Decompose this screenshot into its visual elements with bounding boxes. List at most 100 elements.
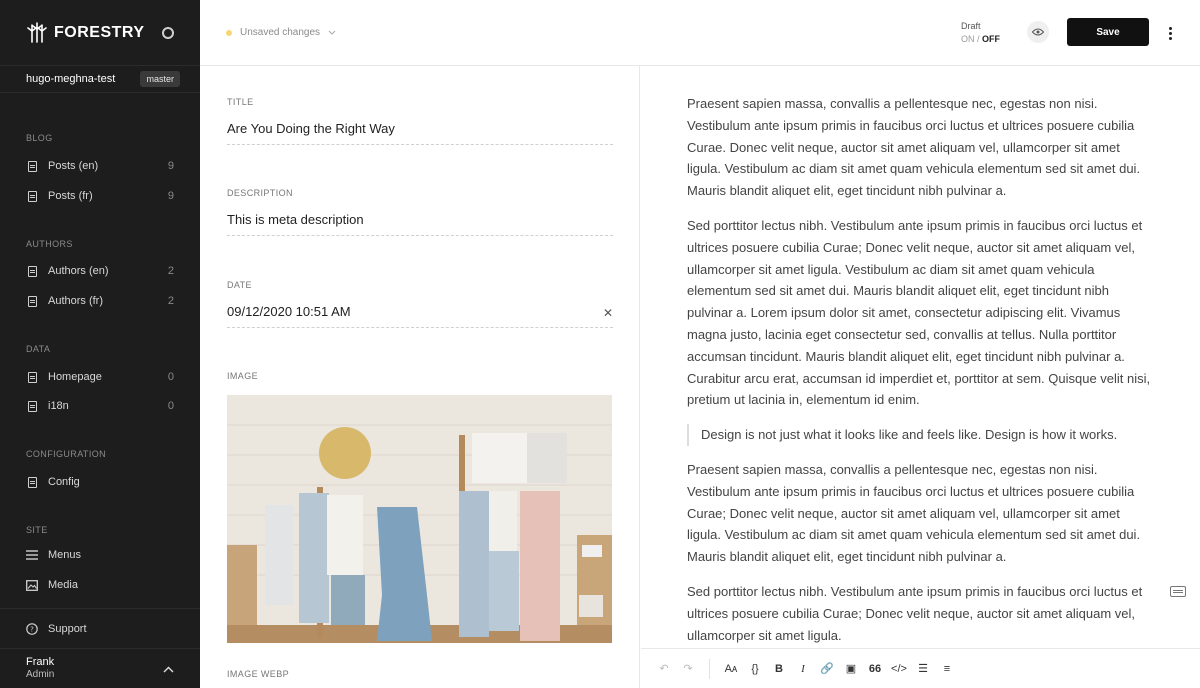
description-field: DESCRIPTION This is meta description [227,188,613,236]
sidebar-item-count: 9 [167,190,174,202]
redo-icon[interactable]: ↷ [676,657,700,681]
sidebar-item-posts-fr[interactable]: Posts (fr) 9 [0,184,200,208]
chevron-down-icon [328,30,336,35]
site-name: hugo-meghna-test [26,73,116,85]
description-input[interactable]: This is meta description [227,212,613,236]
image-insert-icon[interactable]: ▣ [839,657,863,681]
preview-button[interactable] [1027,21,1049,43]
body-paragraph: Praesent sapien massa, convallis a pelle… [687,461,1141,565]
italic-icon[interactable]: I [791,657,815,681]
sidebar-item-label: Homepage [48,371,102,383]
body-editor[interactable]: Praesent sapien massa, convallis a pelle… [641,66,1200,648]
sidebar-item-authors-en[interactable]: Authors (en) 2 [0,259,200,283]
sidebar-item-config[interactable]: Config [0,470,200,494]
sidebar-item-label: Menus [48,549,82,561]
image-field: IMAGE [227,371,613,381]
more-options-icon[interactable] [1164,23,1176,43]
support-link[interactable]: ? Support [0,608,200,648]
help-icon: ? [26,622,38,635]
eye-icon [1032,28,1044,36]
sidebar-item-count: 0 [167,400,174,412]
document-icon [26,160,38,172]
section-title-authors: AUTHORS [26,239,73,249]
sidebar-item-menus[interactable]: Menus [0,543,200,567]
site-status-icon[interactable] [162,26,174,39]
bold-icon[interactable]: B [767,657,791,681]
sidebar-item-count: 9 [167,160,174,172]
sidebar-item-label: Posts (en) [48,160,99,172]
sidebar-item-homepage[interactable]: Homepage 0 [0,365,200,389]
quote-icon[interactable]: 66 [863,657,887,681]
user-role: Admin [26,669,55,680]
featured-image-graphic [227,395,612,643]
bullet-list-icon[interactable]: ☰ [911,657,935,681]
date-field: DATE 09/12/2020 10:51 AM ✕ [227,280,613,328]
svg-text:?: ? [30,625,34,633]
status-dot-icon [226,29,232,36]
document-icon [26,265,38,277]
document-icon [26,371,38,383]
image-webp-label: IMAGE WEBP [227,669,290,679]
title-input[interactable]: Are You Doing the Right Way [227,121,613,145]
image-webp-field: IMAGE WEBP [227,669,613,679]
user-menu[interactable]: Frank Admin [0,648,200,688]
sidebar-item-label: Authors (fr) [48,295,104,307]
description-label: DESCRIPTION [227,188,293,198]
section-title-data: DATA [26,344,51,354]
support-label: Support [48,622,87,635]
menu-icon [26,549,38,561]
sidebar-item-label: Posts (fr) [48,190,93,202]
save-button[interactable]: Save [1067,18,1149,46]
sidebar-item-i18n[interactable]: i18n 0 [0,394,200,418]
body-paragraph: Praesent sapien massa, convallis a pelle… [687,96,1141,199]
draft-separator: / [977,34,980,44]
body-paragraph: Sed porttitor lectus nibh. Vestibulum an… [687,217,1151,408]
numbered-list-icon[interactable]: ≡ [935,657,959,681]
sidebar: FORESTRY hugo-meghna-test master BLOG Po… [0,0,200,688]
sidebar-item-label: Config [48,476,80,488]
document-icon [26,400,38,412]
title-label: TITLE [227,97,254,107]
section-title-blog: BLOG [26,133,53,143]
forestry-logo[interactable]: FORESTRY [26,21,145,44]
inline-code-icon[interactable]: </> [887,657,911,681]
link-icon[interactable]: 🔗 [815,657,839,681]
code-block-icon[interactable]: {} [743,657,767,681]
sidebar-brand: FORESTRY [0,0,200,65]
image-label: IMAGE [227,371,259,381]
forestry-tree-icon [27,21,47,43]
sidebar-item-media[interactable]: Media [0,573,200,597]
undo-icon[interactable]: ↶ [652,657,676,681]
draft-label: Draft [961,21,981,31]
image-icon [26,579,38,591]
sidebar-item-count: 0 [167,371,174,383]
sidebar-item-label: Media [48,579,78,591]
date-input[interactable]: 09/12/2020 10:51 AM ✕ [227,304,613,328]
draft-toggle[interactable]: Draft ON / OFF [961,20,1000,46]
chevron-up-icon[interactable] [163,660,174,678]
sidebar-item-label: Authors (en) [48,265,109,277]
sidebar-item-count: 2 [167,295,174,307]
top-bar: Unsaved changes Draft ON / OFF Save [200,0,1200,66]
sidebar-item-authors-fr[interactable]: Authors (fr) 2 [0,289,200,313]
save-status[interactable]: Unsaved changes [226,27,336,38]
section-title-configuration: CONFIGURATION [26,449,107,459]
body-quote: Design is not just what it looks like an… [687,424,1154,446]
sidebar-item-posts-en[interactable]: Posts (en) 9 [0,154,200,178]
clear-date-icon[interactable]: ✕ [603,306,613,320]
site-selector[interactable]: hugo-meghna-test master [0,65,200,93]
user-name: Frank [26,656,55,668]
draft-off[interactable]: OFF [982,34,1000,44]
featured-image[interactable] [227,395,612,643]
date-value: 09/12/2020 10:51 AM [227,304,351,319]
document-icon [26,476,38,488]
text-size-icon[interactable]: Aᴀ [719,657,743,681]
editor-toolbar: ↶ ↷ Aᴀ {} B I 🔗 ▣ 66 </> ☰ ≡ [641,648,1200,688]
keyboard-icon[interactable] [1170,586,1186,597]
section-title-site: SITE [26,525,48,535]
draft-on[interactable]: ON [961,34,975,44]
status-text: Unsaved changes [240,27,321,38]
front-matter-form: TITLE Are You Doing the Right Way DESCRI… [200,66,640,688]
branch-badge[interactable]: master [140,71,180,87]
brand-name: FORESTRY [54,23,145,41]
